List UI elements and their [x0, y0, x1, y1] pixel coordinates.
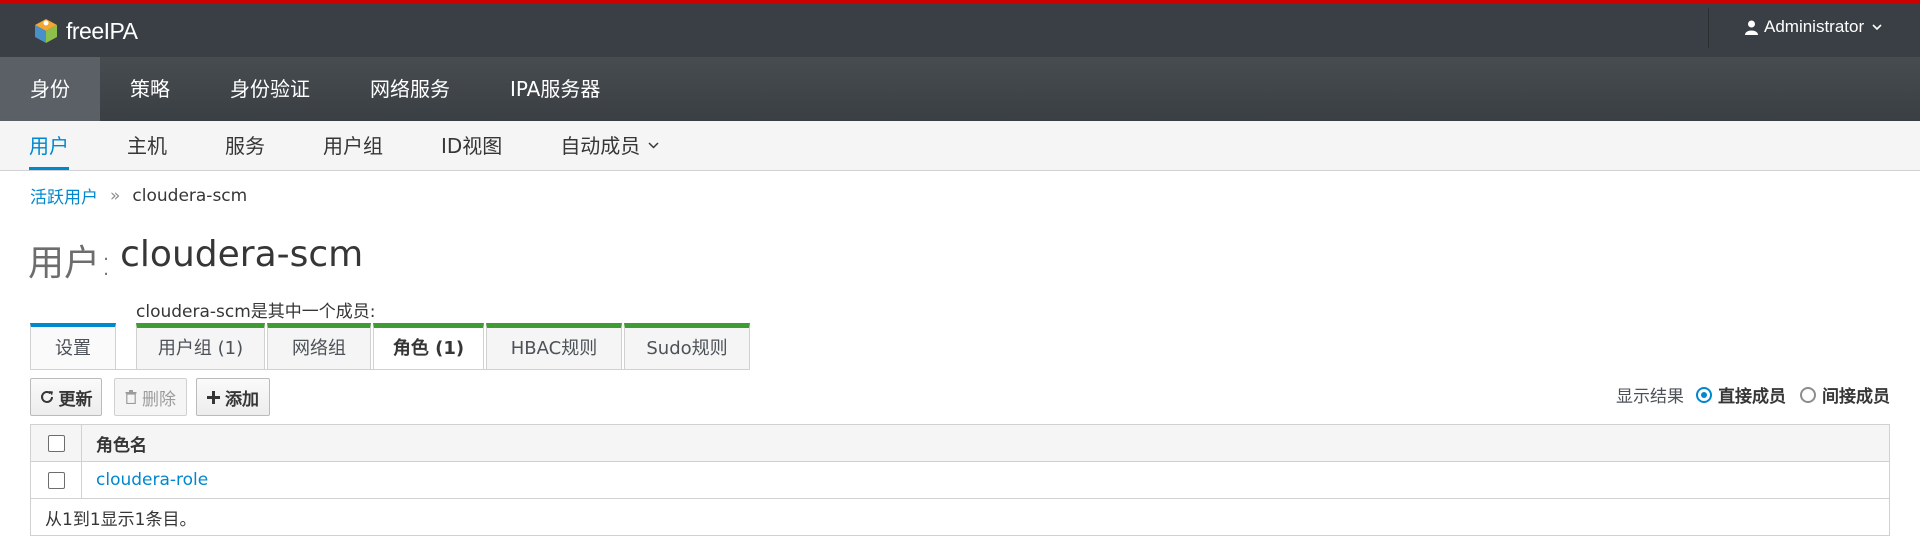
tab-user-groups[interactable]: 用户组 (1) — [136, 323, 265, 370]
refresh-button[interactable]: 更新 — [30, 378, 102, 416]
secondary-nav-id-views[interactable]: ID视图 — [412, 121, 531, 170]
refresh-button-label: 更新 — [58, 389, 93, 410]
trash-icon — [125, 390, 137, 404]
table-footer: 从1到1显示1条目。 — [30, 498, 1890, 536]
display-results-label: 显示结果 — [1616, 387, 1684, 407]
secondary-nav-users-label: 用户 — [29, 133, 69, 158]
freeipa-logo-icon — [35, 19, 57, 43]
secondary-nav-id-views-label: ID视图 — [441, 133, 503, 158]
direct-membership-radio[interactable] — [1696, 386, 1712, 403]
breadcrumb-separator: » — [110, 185, 121, 206]
table-row: cloudera-role — [30, 461, 1890, 499]
secondary-nav-automember-label: 自动成员 — [560, 133, 641, 158]
page-title-prefix: 用户: — [28, 243, 113, 284]
secondary-nav-hosts-label: 主机 — [127, 133, 167, 158]
masthead: freeIPA Administrator — [0, 0, 1920, 57]
secondary-nav-users[interactable]: 用户 — [0, 121, 98, 170]
secondary-nav-automember[interactable]: 自动成员 — [531, 121, 688, 170]
indirect-membership-radio[interactable] — [1800, 386, 1816, 403]
row-checkbox[interactable] — [47, 471, 65, 489]
user-icon — [1745, 20, 1758, 35]
table-footer-row: 从1到1显示1条目。 — [30, 498, 1890, 536]
breadcrumb: 活跃用户 » cloudera-scm — [30, 183, 248, 209]
tab-netgroups[interactable]: 网络组 — [267, 323, 371, 370]
user-menu-label: Administrator — [1764, 17, 1865, 36]
secondary-nav-hosts[interactable]: 主机 — [98, 121, 196, 170]
brand[interactable]: freeIPA — [32, 16, 138, 46]
delete-button[interactable]: 删除 — [114, 378, 187, 416]
tab-settings[interactable]: 设置 — [30, 323, 116, 370]
secondary-nav-services-label: 服务 — [225, 133, 265, 158]
role-name-column-header: 角色名 — [81, 424, 1890, 462]
chevron-down-icon — [1872, 23, 1882, 30]
tab-roles[interactable]: 角色 (1) — [373, 323, 484, 370]
member-of-caption: cloudera-scm是其中一个成员: — [136, 302, 376, 322]
tab-underline — [30, 369, 750, 370]
select-all-cell — [30, 424, 82, 462]
tab-hbac-rules[interactable]: HBAC规则 — [486, 323, 622, 370]
row-select-cell — [30, 461, 82, 499]
secondary-nav-groups-label: 用户组 — [323, 133, 383, 158]
delete-button-label: 删除 — [142, 389, 176, 410]
refresh-icon — [40, 390, 53, 403]
primary-nav-identity[interactable]: 身份 — [0, 57, 100, 121]
chevron-down-icon — [648, 142, 659, 149]
add-button[interactable]: 添加 — [196, 378, 270, 416]
roles-table: 角色名 cloudera-role 从1到1显示1条目。 — [30, 424, 1890, 536]
role-name-cell: cloudera-role — [81, 461, 1890, 499]
primary-nav: 身份 策略 身份验证 网络服务 IPA服务器 — [0, 57, 1920, 121]
add-button-label: 添加 — [225, 389, 259, 410]
primary-nav-ipa-server[interactable]: IPA服务器 — [480, 57, 630, 121]
primary-nav-policy[interactable]: 策略 — [100, 57, 200, 121]
breadcrumb-active-users-link[interactable]: 活跃用户 — [30, 183, 98, 208]
tab-sudo-rules[interactable]: Sudo规则 — [624, 323, 750, 370]
page-title: 用户: cloudera-scm — [28, 234, 363, 286]
direct-membership-label[interactable]: 直接成员 — [1718, 382, 1786, 407]
primary-nav-authentication[interactable]: 身份验证 — [200, 57, 340, 121]
breadcrumb-current: cloudera-scm — [132, 185, 248, 206]
primary-nav-network-services[interactable]: 网络服务 — [340, 57, 480, 121]
plus-icon — [207, 390, 220, 404]
select-all-checkbox[interactable] — [47, 434, 65, 452]
brand-name: freeIPA — [66, 17, 138, 44]
secondary-nav-services[interactable]: 服务 — [196, 121, 294, 170]
user-menu[interactable]: Administrator — [1745, 13, 1888, 41]
role-link[interactable]: cloudera-role — [96, 470, 208, 490]
display-results: 显示结果 直接成员 间接成员 — [1616, 382, 1890, 407]
page-title-name: cloudera-scm — [120, 234, 364, 275]
secondary-nav-groups[interactable]: 用户组 — [294, 121, 412, 170]
table-header-row: 角色名 — [30, 424, 1890, 462]
indirect-membership-label[interactable]: 间接成员 — [1822, 382, 1890, 407]
masthead-divider — [1708, 8, 1709, 48]
secondary-nav: 用户 主机 服务 用户组 ID视图 自动成员 — [0, 121, 1920, 171]
